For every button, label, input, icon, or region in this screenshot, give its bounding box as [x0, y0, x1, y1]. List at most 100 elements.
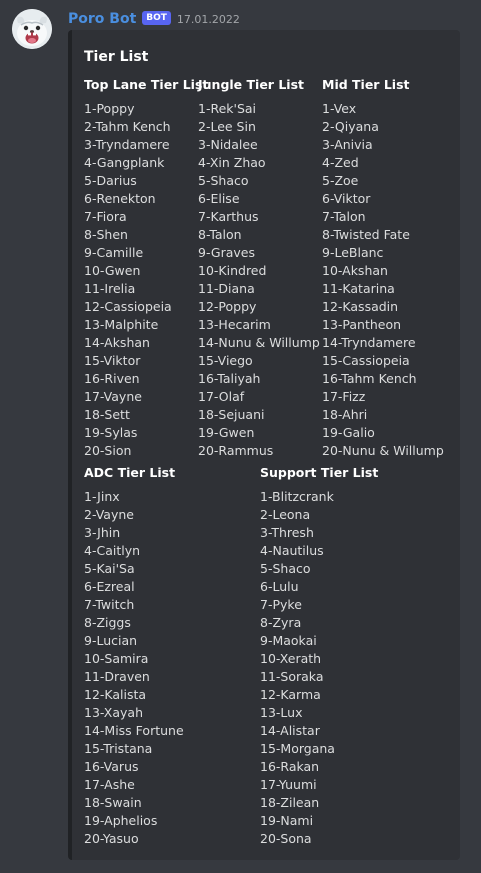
tier-list-item: 16-Riven: [84, 371, 140, 386]
embed-title: Tier List: [84, 49, 149, 65]
tier-list-item: 12-Kalista: [84, 687, 147, 702]
tier-list-item: 3-Thresh: [260, 525, 314, 540]
tier-list-item: 6-Ezreal: [84, 579, 135, 594]
tier-list-item: 19-Gwen: [198, 425, 255, 440]
tier-list-item: 14-Nunu & Willump: [198, 335, 320, 350]
tier-list-item: 18-Swain: [84, 795, 142, 810]
top-lane-column: Top Lane Tier List 1-Poppy 2-Tahm Kench 3-…: [84, 76, 208, 460]
tier-list-item: 15-Viktor: [84, 353, 141, 368]
timestamp: 17.01.2022: [176, 12, 240, 26]
tier-list-item: 8-Talon: [198, 227, 242, 242]
tier-list-item: 4-Gangplank: [84, 155, 165, 170]
tier-list-item: 14-Alistar: [260, 723, 320, 738]
message-header: Poro Bot BOT 17.01.2022: [68, 9, 240, 29]
tier-list-item: 16-Tahm Kench: [322, 371, 417, 386]
tier-list-item: 17-Olaf: [198, 389, 245, 404]
support-list: 1-Blitzcrank 2-Leona 3-Thresh 4-Nautilus 5-S…: [260, 488, 378, 848]
tier-list-item: 19-Nami: [260, 813, 314, 828]
tier-list-item: 10-Samira: [84, 651, 149, 666]
tier-list-item: 20-Sona: [260, 831, 312, 846]
tier-list-item: 11-Soraka: [260, 669, 324, 684]
tier-list-item: 6-Elise: [198, 191, 240, 206]
tier-list-item: 5-Zoe: [322, 173, 359, 188]
tier-list-item: 8-Zyra: [260, 615, 302, 630]
tier-list-item: 10-Kindred: [198, 263, 267, 278]
username[interactable]: Poro Bot: [68, 11, 136, 27]
support-column: Support Tier List 1-Blitzcrank 2-Leona 3-T…: [260, 464, 378, 848]
tier-list-item: 2-Leona: [260, 507, 311, 522]
tier-list-item: 2-Tahm Kench: [84, 119, 171, 134]
tier-list-item: 6-Renekton: [84, 191, 156, 206]
tier-list-item: 3-Jhin: [84, 525, 121, 540]
adc-header: ADC Tier List: [84, 465, 176, 480]
tier-list-item: 17-Fizz: [322, 389, 366, 404]
tier-list-item: 4-Zed: [322, 155, 359, 170]
tier-list-item: 11-Katarina: [322, 281, 395, 296]
tier-list-item: 13-Malphite: [84, 317, 159, 332]
tier-list-item: 20-Sion: [84, 443, 132, 458]
jungle-column: Jungle Tier List 1-Rek'Sai 2-Lee Sin 3-Nid…: [198, 76, 320, 460]
top-lane-header: Top Lane Tier List: [84, 77, 209, 92]
tier-list-item: 20-Rammus: [198, 443, 274, 458]
tier-list-item: 11-Draven: [84, 669, 150, 684]
tier-list-item: 1-Blitzcrank: [260, 489, 334, 504]
tier-list-item: 9-Graves: [198, 245, 256, 260]
tier-list-item: 12-Poppy: [198, 299, 257, 314]
tier-list-item: 4-Caitlyn: [84, 543, 141, 558]
adc-list: 1-Jinx 2-Vayne 3-Jhin 4-Caitlyn 5-Kai'Sa 6-Ez…: [84, 488, 184, 848]
tier-list-item: 7-Pyke: [260, 597, 302, 612]
top-lane-list: 1-Poppy 2-Tahm Kench 3-Tryndamere 4-Gangpla…: [84, 100, 208, 460]
adc-column: ADC Tier List 1-Jinx 2-Vayne 3-Jhin 4-Caitl…: [84, 464, 184, 848]
tier-list-item: 7-Karthus: [198, 209, 259, 224]
tier-list-item: 5-Darius: [84, 173, 137, 188]
tier-list-item: 16-Taliyah: [198, 371, 261, 386]
tier-list-item: 3-Nidalee: [198, 137, 258, 152]
tier-list-item: 5-Shaco: [198, 173, 249, 188]
tier-list-item: 5-Shaco: [260, 561, 311, 576]
poro-avatar-image: [12, 9, 52, 49]
jungle-header: Jungle Tier List: [198, 77, 304, 92]
tier-list-item: 18-Sett: [84, 407, 130, 422]
tier-list-item: 8-Twisted Fate: [322, 227, 410, 242]
tier-list-item: 16-Rakan: [260, 759, 320, 774]
tier-list-item: 8-Ziggs: [84, 615, 131, 630]
mid-column: Mid Tier List 1-Vex 2-Qiyana 3-Anivia 4-Zed…: [322, 76, 444, 460]
tier-list-item: 2-Lee Sin: [198, 119, 256, 134]
tier-list-item: 9-Maokai: [260, 633, 317, 648]
tier-list-item: 7-Twitch: [84, 597, 135, 612]
tier-list-item: 14-Akshan: [84, 335, 150, 350]
tier-list-item: 2-Qiyana: [322, 119, 379, 134]
tier-list-item: 14-Miss Fortune: [84, 723, 184, 738]
tier-list-item: 13-Pantheon: [322, 317, 402, 332]
tier-list-item: 1-Jinx: [84, 489, 120, 504]
poro-avatar-icon[interactable]: [12, 9, 52, 49]
mid-header: Mid Tier List: [322, 77, 410, 92]
tier-list-item: 13-Xayah: [84, 705, 143, 720]
tier-list-item: 2-Vayne: [84, 507, 134, 522]
tier-list-item: 18-Ahri: [322, 407, 368, 422]
tier-list-item: 15-Tristana: [84, 741, 153, 756]
tier-list-item: 10-Akshan: [322, 263, 388, 278]
tier-list-item: 13-Lux: [260, 705, 303, 720]
support-header: Support Tier List: [260, 465, 379, 480]
tier-list-item: 11-Irelia: [84, 281, 136, 296]
tier-list-item: 12-Karma: [260, 687, 321, 702]
tier-list-item: 17-Ashe: [84, 777, 135, 792]
tier-list-item: 9-Camille: [84, 245, 144, 260]
bot-badge: BOT: [142, 11, 171, 25]
chat-message: Poro Bot BOT 17.01.2022 Tier List Top La…: [0, 0, 481, 873]
tier-list-item: 6-Lulu: [260, 579, 299, 594]
tier-list-item: 14-Tryndamere: [322, 335, 416, 350]
tier-list-item: 3-Tryndamere: [84, 137, 170, 152]
tier-list-item: 7-Talon: [322, 209, 366, 224]
tier-list-item: 19-Sylas: [84, 425, 138, 440]
tier-list-item: 17-Vayne: [84, 389, 142, 404]
tier-list-item: 1-Poppy: [84, 101, 135, 116]
tier-list-item: 9-Lucian: [84, 633, 138, 648]
tier-list-item: 7-Fiora: [84, 209, 127, 224]
tier-list-item: 11-Diana: [198, 281, 255, 296]
tier-list-item: 1-Vex: [322, 101, 357, 116]
tier-list-item: 18-Sejuani: [198, 407, 265, 422]
tier-list-item: 12-Kassadin: [322, 299, 399, 314]
tier-list-item: 1-Rek'Sai: [198, 101, 257, 116]
